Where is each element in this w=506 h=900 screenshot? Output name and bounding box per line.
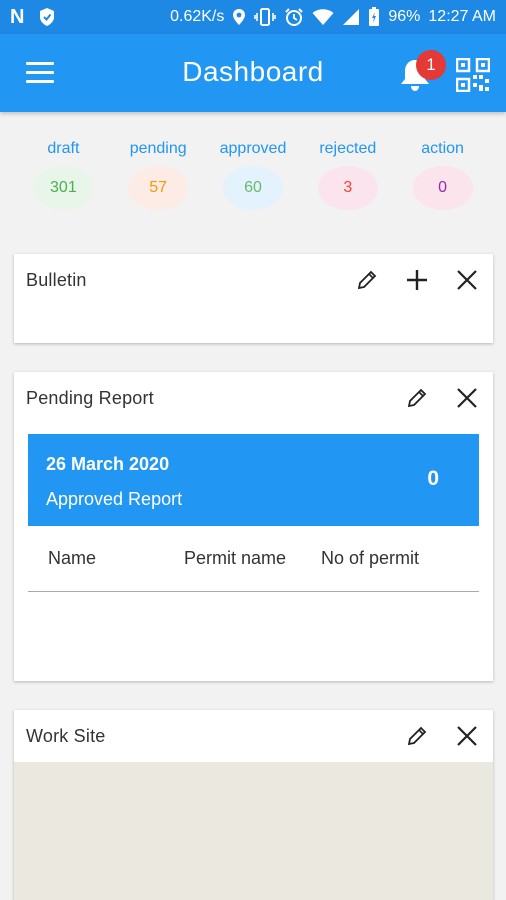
stat-approved[interactable]: approved 60 bbox=[208, 140, 298, 230]
column-header-name: Name bbox=[48, 548, 97, 568]
shield-icon bbox=[38, 7, 56, 27]
stat-pending[interactable]: pending 57 bbox=[113, 140, 203, 230]
card-header: Bulletin bbox=[14, 254, 493, 306]
stat-count-bubble: 57 bbox=[128, 166, 189, 210]
edit-pencil-icon[interactable] bbox=[403, 384, 431, 412]
app-bar: Dashboard 1 bbox=[0, 34, 506, 112]
bulletin-card: Bulletin bbox=[14, 254, 493, 343]
edit-pencil-icon[interactable] bbox=[353, 266, 381, 294]
report-date: 26 March 2020 bbox=[46, 454, 170, 474]
card-title: Work Site bbox=[26, 725, 106, 746]
alarm-icon bbox=[284, 7, 304, 27]
netflix-n-icon: N bbox=[10, 5, 25, 28]
vibrate-icon bbox=[254, 8, 277, 26]
card-header: Pending Report bbox=[14, 372, 493, 424]
column-header-no-of-permit: No of permit bbox=[321, 548, 420, 568]
status-bar: N 0.62K/s 96% 12:27 AM bbox=[0, 0, 506, 34]
battery-level: 96% bbox=[388, 8, 421, 25]
column-header-permit-name: Permit name bbox=[184, 548, 287, 568]
location-icon bbox=[232, 8, 246, 26]
stat-rejected[interactable]: rejected 3 bbox=[303, 140, 393, 230]
stat-label: action bbox=[421, 140, 464, 157]
menu-icon[interactable] bbox=[26, 62, 54, 84]
report-count: 0 bbox=[427, 467, 439, 490]
stat-label: rejected bbox=[319, 140, 377, 157]
close-icon[interactable] bbox=[453, 266, 481, 294]
network-speed: 0.62K/s bbox=[170, 8, 225, 25]
stat-count-bubble: 301 bbox=[33, 166, 94, 210]
signal-icon bbox=[342, 8, 360, 26]
work-site-card: Work Site bbox=[14, 710, 493, 900]
report-table-header: Name Permit name No of permit bbox=[28, 526, 479, 592]
stat-draft[interactable]: draft 301 bbox=[18, 140, 108, 230]
stat-label: pending bbox=[129, 140, 187, 157]
add-icon[interactable] bbox=[403, 266, 431, 294]
approved-report-banner[interactable]: 26 March 2020 Approved Report 0 bbox=[28, 434, 479, 526]
report-subtitle: Approved Report bbox=[46, 489, 183, 509]
close-icon[interactable] bbox=[453, 722, 481, 750]
qr-code-icon[interactable] bbox=[455, 57, 491, 93]
clock-time: 12:27 AM bbox=[428, 8, 496, 25]
edit-pencil-icon[interactable] bbox=[403, 722, 431, 750]
stat-label: draft bbox=[47, 140, 80, 157]
stat-count-bubble: 0 bbox=[412, 166, 473, 210]
card-title: Pending Report bbox=[26, 387, 154, 408]
notification-badge: 1 bbox=[416, 50, 446, 80]
battery-charging-icon bbox=[368, 7, 380, 27]
pending-report-card: Pending Report 26 March 2020 Approved Re… bbox=[14, 372, 493, 681]
stat-count-bubble: 3 bbox=[317, 166, 378, 210]
wifi-icon bbox=[312, 8, 334, 26]
close-icon[interactable] bbox=[453, 384, 481, 412]
stat-label: approved bbox=[219, 140, 287, 157]
stat-action[interactable]: action 0 bbox=[398, 140, 488, 230]
card-header: Work Site bbox=[14, 710, 493, 762]
work-site-map[interactable] bbox=[14, 762, 493, 900]
status-summary: draft 301 pending 57 approved 60 rejecte… bbox=[0, 140, 506, 230]
stat-count-bubble: 60 bbox=[222, 166, 283, 210]
card-title: Bulletin bbox=[26, 269, 87, 290]
